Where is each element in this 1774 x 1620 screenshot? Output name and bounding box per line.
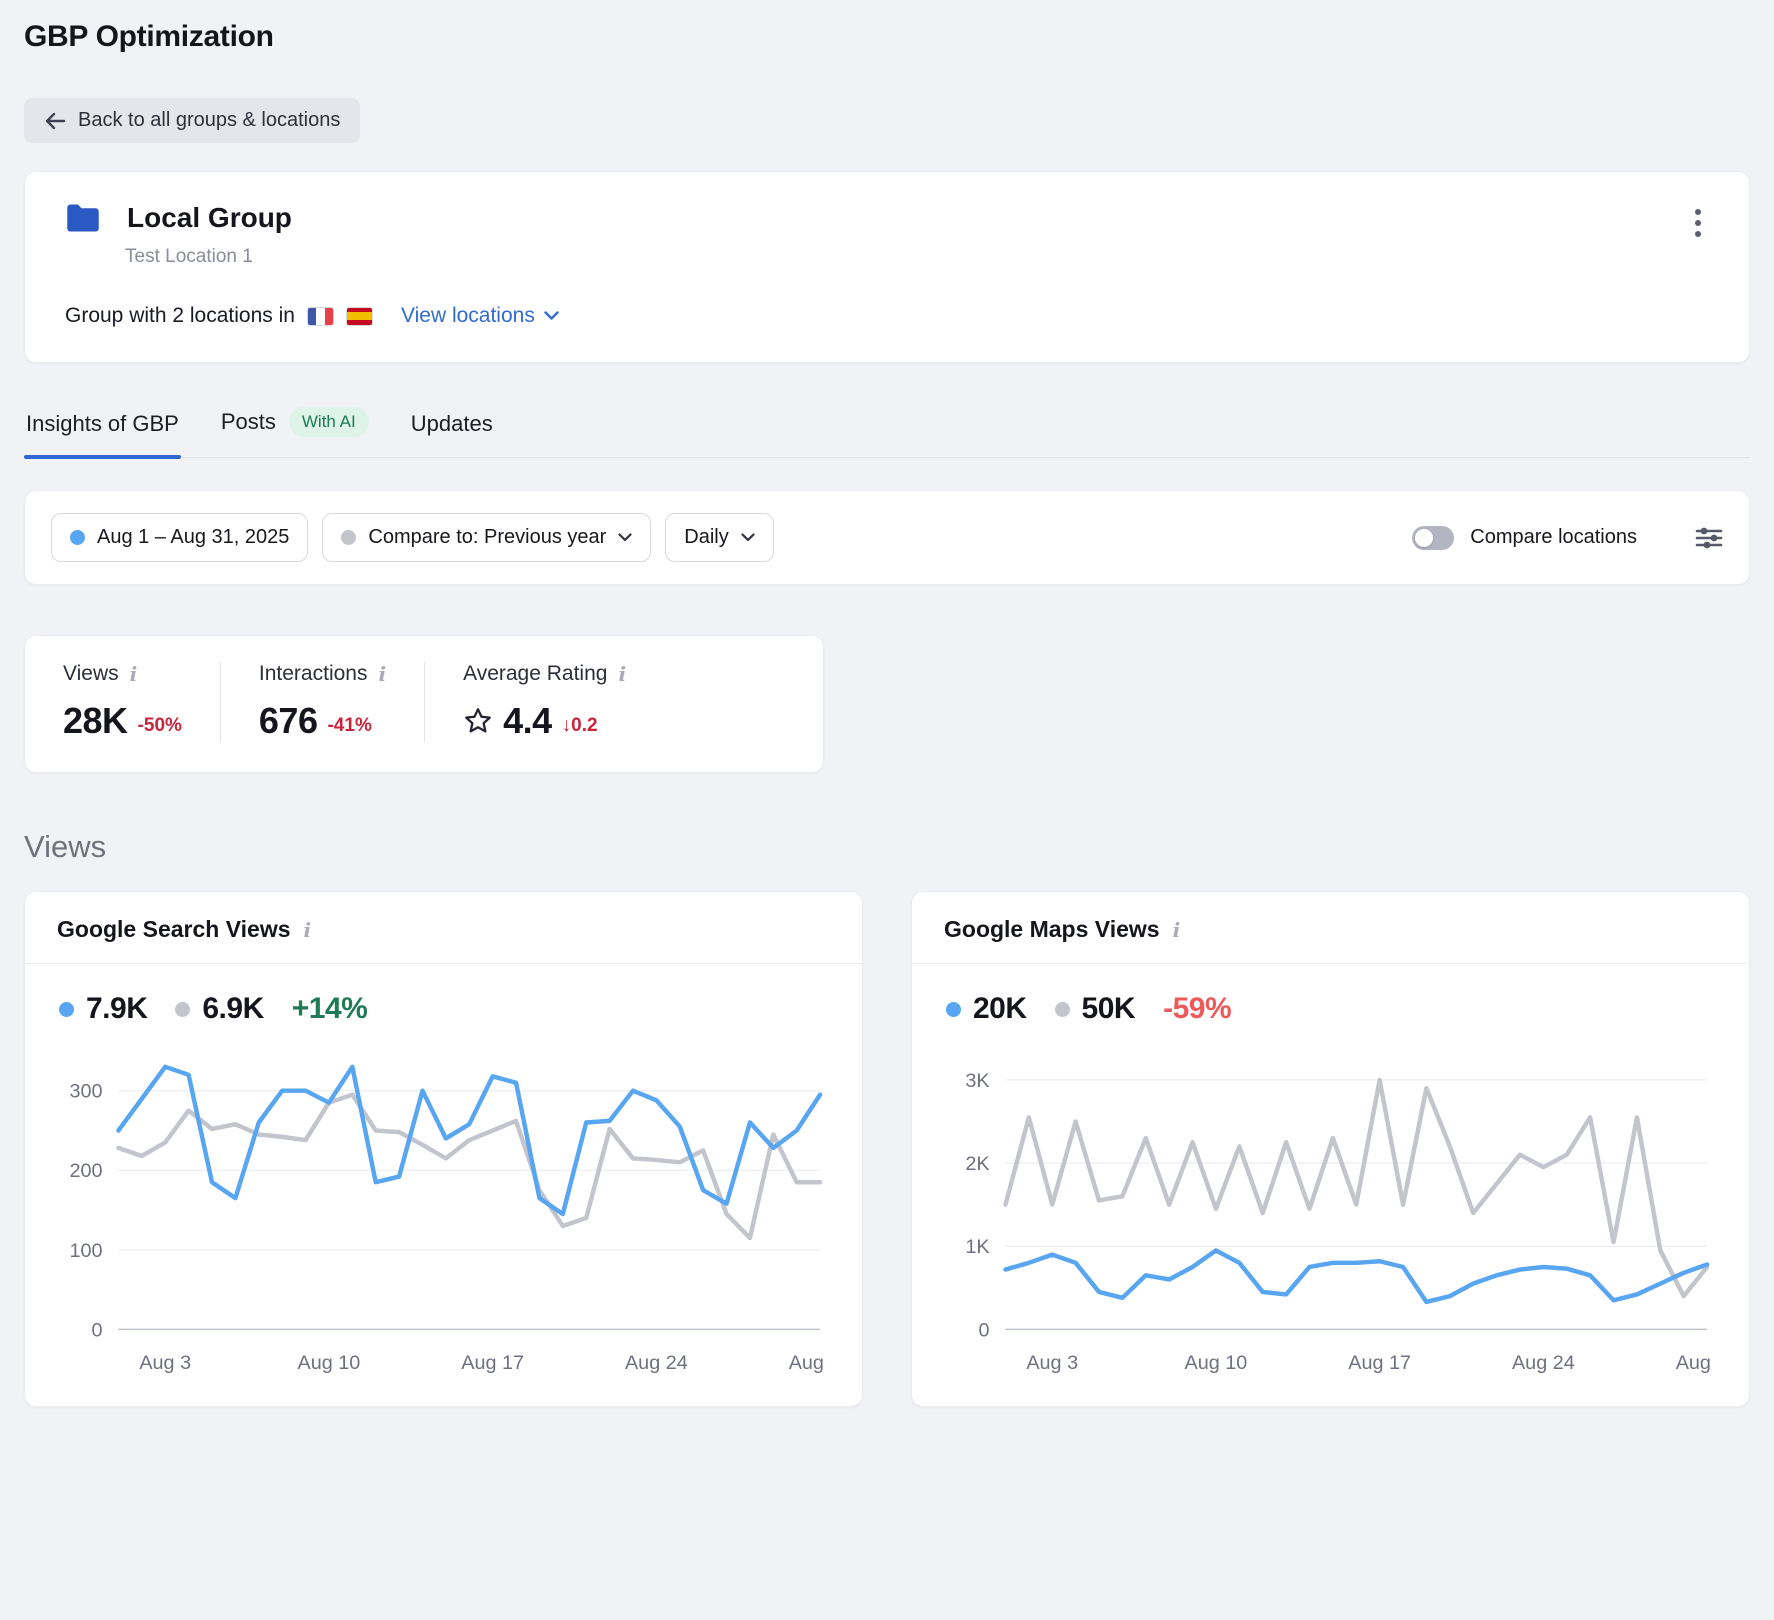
info-icon[interactable]: i [618,664,626,684]
tab-label: Insights of GBP [26,411,179,437]
kpi-label: Interactions [259,662,368,686]
compare-locations-label: Compare locations [1470,526,1637,549]
chart-legend: 7.9K 6.9K +14% [59,992,830,1026]
previous-period-dot-icon [341,530,356,545]
google-search-views-card: Google Search Views i 7.9K 6.9K +14% 0 10… [24,891,863,1407]
date-range-value: Aug 1 – Aug 31, 2025 [97,526,289,549]
kpi-value: 28K [63,700,128,742]
view-locations-link[interactable]: View locations [401,304,559,328]
previous-total: 50K [1082,992,1136,1026]
svg-text:Aug 10: Aug 10 [1185,1352,1248,1374]
search-views-line-chart[interactable]: 0 100 200 300 Aug 3 Aug 10 Aug 17 Aug 24 Aug 31 [57,1036,830,1384]
current-series-dot-icon [946,1002,961,1017]
svg-text:0: 0 [92,1319,103,1341]
svg-text:Aug 10: Aug 10 [298,1352,361,1374]
kpi-average-rating: Average Rating i 4.4 ↓0.2 [424,662,664,742]
filter-bar: Aug 1 – Aug 31, 2025 Compare to: Previou… [24,490,1750,585]
svg-text:100: 100 [70,1240,103,1262]
info-icon[interactable]: i [1173,920,1181,940]
svg-text:Aug 24: Aug 24 [1512,1352,1575,1374]
kpi-views: Views i 28K -50% [25,662,220,742]
view-locations-label: View locations [401,304,535,328]
compare-locations-toggle[interactable] [1412,526,1454,550]
kpi-interactions: Interactions i 676 -41% [220,662,424,742]
svg-text:Aug 31: Aug 31 [1676,1352,1717,1374]
group-subtitle: Test Location 1 [125,246,1709,268]
current-series-dot-icon [59,1002,74,1017]
kpi-label: Average Rating [463,662,607,686]
tab-posts[interactable]: Posts With AI [219,397,371,457]
kpi-delta: -50% [138,715,182,742]
france-flag-icon [307,307,334,326]
kpi-label: Views [63,662,119,686]
svg-text:Aug 24: Aug 24 [625,1352,688,1374]
group-card: Local Group Test Location 1 Group with 2… [24,171,1750,363]
previous-total: 6.9K [202,992,263,1026]
chart-title: Google Search Views [57,916,291,943]
google-maps-views-card: Google Maps Views i 20K 50K -59% 0 1K 2K 3K… [911,891,1750,1407]
chart-title: Google Maps Views [944,916,1160,943]
info-icon[interactable]: i [304,920,312,940]
current-period-dot-icon [70,530,85,545]
star-icon [463,706,493,736]
current-total: 7.9K [86,992,147,1026]
info-icon[interactable]: i [378,664,386,684]
date-range-picker[interactable]: Aug 1 – Aug 31, 2025 [51,513,308,562]
svg-text:2K: 2K [965,1153,989,1175]
svg-text:Aug 17: Aug 17 [461,1352,524,1374]
kpi-summary-card: Views i 28K -50% Interactions i 676 -41%… [24,635,824,773]
change-percent: -59% [1163,992,1231,1026]
info-icon[interactable]: i [130,664,138,684]
compare-to-value: Compare to: Previous year [368,526,606,549]
charts-row: Google Search Views i 7.9K 6.9K +14% 0 10… [24,891,1750,1407]
chevron-down-icon [618,533,632,542]
chart-legend: 20K 50K -59% [946,992,1717,1026]
svg-text:0: 0 [979,1319,990,1341]
kpi-delta: ↓0.2 [562,715,598,742]
group-locations-text: Group with 2 locations in [65,304,295,328]
svg-text:300: 300 [70,1081,103,1103]
svg-text:Aug 3: Aug 3 [139,1352,191,1374]
kpi-value: 4.4 [503,700,552,742]
chevron-down-icon [544,311,559,321]
svg-text:1K: 1K [965,1236,989,1258]
tab-bar: Insights of GBP Posts With AI Updates [24,397,1750,458]
change-percent: +14% [292,992,368,1026]
with-ai-badge: With AI [289,407,369,437]
svg-text:Aug 17: Aug 17 [1348,1352,1411,1374]
kpi-value: 676 [259,700,318,742]
folder-icon [65,203,101,233]
svg-text:200: 200 [70,1160,103,1182]
tab-updates[interactable]: Updates [409,401,495,457]
views-section-title: Views [24,829,1750,865]
previous-series-dot-icon [1055,1002,1070,1017]
back-button-label: Back to all groups & locations [78,109,340,132]
arrow-left-icon [44,112,66,130]
tab-label: Updates [411,411,493,437]
tab-label: Posts [221,409,276,435]
group-title: Local Group [127,202,292,234]
svg-text:Aug 3: Aug 3 [1026,1352,1078,1374]
compare-to-dropdown[interactable]: Compare to: Previous year [322,513,651,562]
kpi-delta: -41% [327,715,371,742]
settings-sliders-icon[interactable] [1695,526,1723,550]
svg-text:Aug 31: Aug 31 [789,1352,830,1374]
previous-series-dot-icon [175,1002,190,1017]
back-button[interactable]: Back to all groups & locations [24,98,360,143]
svg-text:3K: 3K [965,1070,989,1092]
granularity-dropdown[interactable]: Daily [665,513,773,562]
current-total: 20K [973,992,1027,1026]
kebab-menu-icon[interactable] [1681,206,1715,240]
granularity-value: Daily [684,526,728,549]
chevron-down-icon [741,533,755,542]
spain-flag-icon [346,307,373,326]
tab-insights-of-gbp[interactable]: Insights of GBP [24,401,181,457]
maps-views-line-chart[interactable]: 0 1K 2K 3K Aug 3 Aug 10 Aug 17 Aug 24 Aug 31 [944,1036,1717,1384]
page-title: GBP Optimization [24,20,1750,54]
